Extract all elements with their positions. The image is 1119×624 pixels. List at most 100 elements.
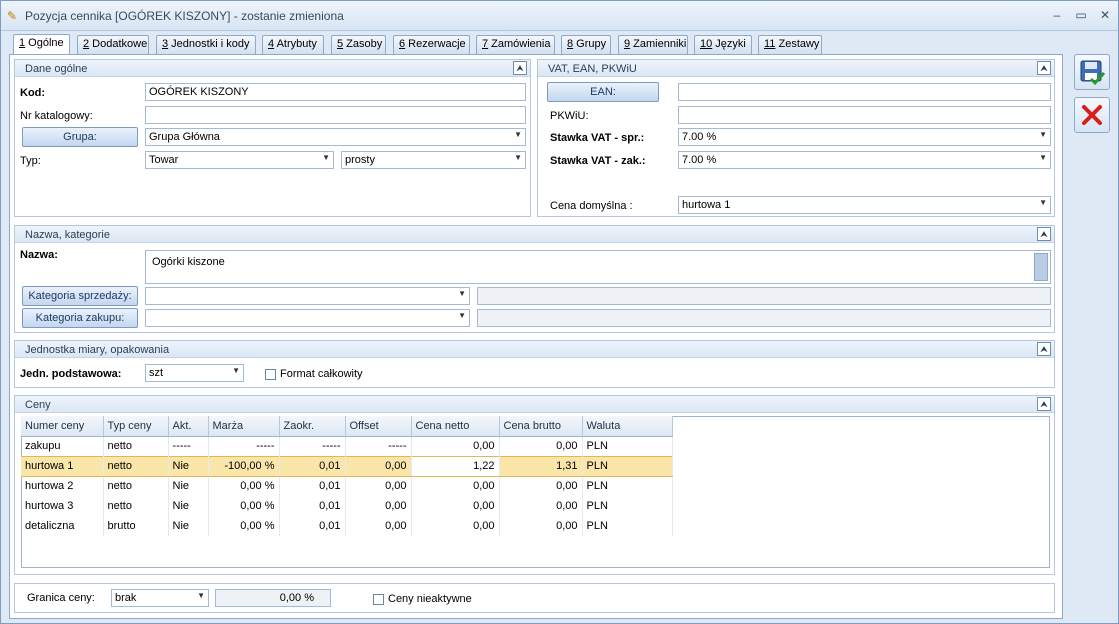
cell: 0,00: [499, 436, 583, 456]
app-icon: ✎: [7, 9, 18, 23]
tab-content: Dane ogólne ⮝ Kod: OGÓREK KISZONY Nr kata…: [9, 54, 1063, 619]
cena-dom-value: hurtowa 1: [682, 199, 731, 211]
table-row-selected[interactable]: hurtowa 1 netto Nie -100,00 % 0,01 0,00 …: [21, 455, 673, 477]
col-akt[interactable]: Akt.: [168, 416, 209, 437]
group-general-header: Dane ogólne ⮝: [15, 60, 530, 77]
group-general-title: Dane ogólne: [25, 63, 88, 75]
tab-zestawy[interactable]: 11 Zestawy: [758, 35, 822, 54]
grupa-button[interactable]: Grupa:: [22, 127, 138, 147]
tab-jednostki[interactable]: 3 Jednostki i kody: [156, 35, 256, 54]
cell: PLN: [582, 516, 673, 536]
tab-dodatkowe[interactable]: 2 Dodatkowe: [77, 35, 149, 54]
cell: 0,00: [499, 496, 583, 516]
jedn-label: Jedn. podstawowa:: [20, 368, 122, 380]
jedn-combo[interactable]: szt ▼: [145, 364, 244, 382]
cell: -----: [168, 436, 209, 456]
cell: 0,00: [345, 455, 412, 477]
cell: PLN: [582, 476, 673, 496]
tab-grupy[interactable]: 8 Grupy: [561, 35, 611, 54]
tab-ogolne[interactable]: 1 Ogólne: [13, 34, 70, 55]
typ-combo[interactable]: Towar ▼: [145, 151, 334, 169]
pkwiu-input[interactable]: [678, 106, 1051, 124]
col-waluta[interactable]: Waluta: [582, 416, 673, 437]
cell: 0,01: [279, 516, 346, 536]
collapse-icon[interactable]: ⮝: [1037, 397, 1051, 411]
cell: 0,01: [279, 496, 346, 516]
vat-spr-label: Stawka VAT - spr.:: [550, 132, 645, 144]
kategoria-zakupu-button[interactable]: Kategoria zakupu:: [22, 308, 138, 328]
granica-combo[interactable]: brak ▼: [111, 589, 209, 607]
cell-editing[interactable]: 1,22: [411, 455, 500, 477]
ean-input[interactable]: [678, 83, 1051, 101]
col-zaokr[interactable]: Zaokr.: [279, 416, 346, 437]
tab-rezerwacje[interactable]: 6 Rezerwacje: [393, 35, 470, 54]
nrkat-input[interactable]: [145, 106, 526, 124]
chevron-down-icon: ▼: [197, 591, 205, 600]
collapse-icon[interactable]: ⮝: [1037, 61, 1051, 75]
table-row[interactable]: hurtowa 3 netto Nie 0,00 % 0,01 0,00 0,0…: [21, 496, 673, 516]
grupa-combo[interactable]: Grupa Główna ▼: [145, 128, 526, 146]
cell: 0,00: [411, 476, 500, 496]
minimize-button[interactable]: –: [1048, 7, 1066, 23]
cell: 0,00: [499, 516, 583, 536]
collapse-icon[interactable]: ⮝: [1037, 342, 1051, 356]
vat-zak-label: Stawka VAT - zak.:: [550, 155, 646, 167]
chevron-down-icon: ▼: [514, 130, 522, 139]
maximize-button[interactable]: ▭: [1072, 7, 1090, 23]
chevron-down-icon: ▼: [232, 366, 240, 375]
group-name-header: Nazwa, kategorie ⮝: [15, 226, 1054, 243]
tab-zamienniki[interactable]: 9 Zamienniki: [618, 35, 688, 54]
typ2-combo[interactable]: prosty ▼: [341, 151, 526, 169]
cell: Nie: [168, 455, 209, 477]
ean-button[interactable]: EAN:: [547, 82, 659, 102]
cell: 0,00: [411, 496, 500, 516]
nieaktywne-label: Ceny nieaktywne: [388, 593, 472, 605]
table-row[interactable]: zakupu netto ----- ----- ----- ----- 0,0…: [21, 436, 673, 456]
nazwa-textarea[interactable]: Ogórki kiszone: [145, 250, 1051, 284]
collapse-icon[interactable]: ⮝: [1037, 227, 1051, 241]
table-row[interactable]: hurtowa 2 netto Nie 0,00 % 0,01 0,00 0,0…: [21, 476, 673, 496]
group-bottom: Granica ceny: brak ▼ 0,00 % Ceny nieaktyw…: [14, 583, 1055, 613]
col-offset[interactable]: Offset: [345, 416, 412, 437]
cell: netto: [103, 476, 169, 496]
cell: 0,00: [411, 436, 500, 456]
chevron-down-icon: ▼: [1039, 153, 1047, 162]
col-cena-brutto[interactable]: Cena brutto: [499, 416, 583, 437]
typ2-value: prosty: [345, 154, 375, 166]
kod-input[interactable]: OGÓREK KISZONY: [145, 83, 526, 101]
kategoria-sprzedazy-desc: [477, 287, 1051, 305]
cena-dom-combo[interactable]: hurtowa 1 ▼: [678, 196, 1051, 214]
tab-zamowienia[interactable]: 7 Zamówienia: [476, 35, 555, 54]
tab-zasoby[interactable]: 5 Zasoby: [331, 35, 386, 54]
cell: hurtowa 2: [21, 476, 104, 496]
kategoria-sprzedazy-button[interactable]: Kategoria sprzedaży:: [22, 286, 138, 306]
tab-jezyki[interactable]: 10 Języki: [694, 35, 752, 54]
vat-zak-combo[interactable]: 7.00 % ▼: [678, 151, 1051, 169]
col-typ[interactable]: Typ ceny: [103, 416, 169, 437]
cell: 0,00: [499, 476, 583, 496]
col-numer[interactable]: Numer ceny: [21, 416, 104, 437]
granica-pct-value: 0,00 %: [279, 592, 314, 604]
kategoria-sprzedazy-combo[interactable]: ▼: [145, 287, 470, 305]
red-x-icon: [1082, 105, 1102, 125]
format-checkbox[interactable]: [265, 369, 276, 380]
chevron-down-icon: ▼: [458, 289, 466, 298]
collapse-icon[interactable]: ⮝: [513, 61, 527, 75]
close-button[interactable]: ✕: [1096, 7, 1114, 23]
save-button[interactable]: [1074, 54, 1110, 90]
nieaktywne-checkbox[interactable]: [373, 594, 384, 605]
col-marza[interactable]: Marża: [208, 416, 280, 437]
table-header-row: Numer ceny Typ ceny Akt. Marża Zaokr. Of…: [21, 416, 673, 437]
cell: -----: [345, 436, 412, 456]
vat-spr-combo[interactable]: 7.00 % ▼: [678, 128, 1051, 146]
kategoria-zakupu-combo[interactable]: ▼: [145, 309, 470, 327]
cancel-button[interactable]: [1074, 97, 1110, 133]
cell: PLN: [582, 496, 673, 516]
tab-atrybuty[interactable]: 4 Atrybuty: [262, 35, 324, 54]
granica-percent-spinner[interactable]: 0,00 %: [215, 589, 331, 607]
scrollbar[interactable]: [1034, 253, 1048, 281]
col-cena-netto[interactable]: Cena netto: [411, 416, 500, 437]
cell: 0,00: [345, 516, 412, 536]
table-row[interactable]: detaliczna brutto Nie 0,00 % 0,01 0,00 0…: [21, 516, 673, 536]
grupa-value: Grupa Główna: [149, 131, 220, 143]
